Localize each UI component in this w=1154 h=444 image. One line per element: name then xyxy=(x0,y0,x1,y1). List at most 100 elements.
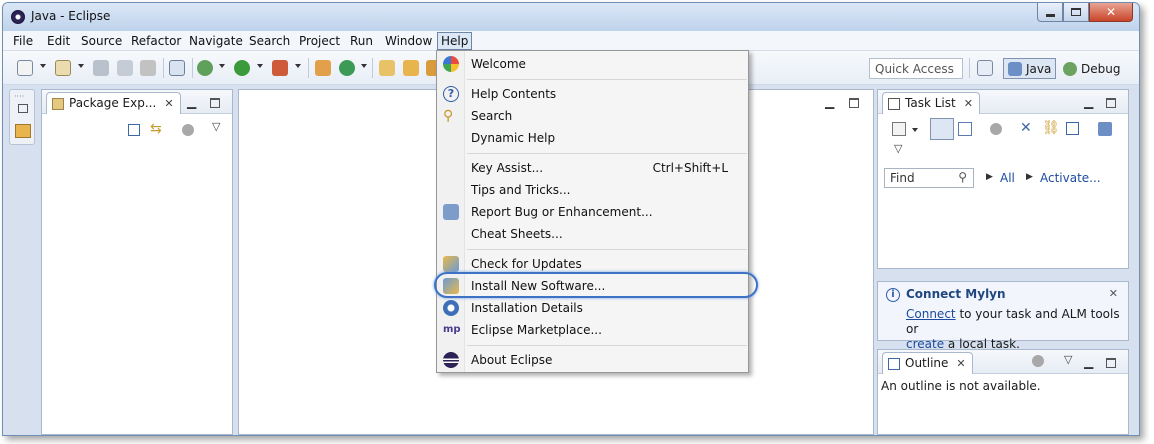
install-software-highlight xyxy=(434,272,758,298)
chevron-right-icon: ▶ xyxy=(986,172,993,182)
menu-item-search[interactable]: ⚲ Search xyxy=(437,105,748,127)
minimize-view-icon[interactable]: ▁ xyxy=(1084,355,1093,369)
open-task-icon[interactable] xyxy=(403,60,419,76)
menu-run[interactable]: Run xyxy=(350,34,373,48)
package-explorer-tab[interactable]: Package Exp... ✕ xyxy=(46,92,181,114)
save-icon[interactable] xyxy=(93,60,109,76)
hide-completed-icon[interactable]: ✕ xyxy=(1020,120,1032,136)
maximize-view-icon[interactable] xyxy=(210,98,220,108)
menu-item-label: Search xyxy=(471,109,513,123)
menu-help[interactable]: Help xyxy=(437,32,473,50)
git-repositories-icon[interactable] xyxy=(15,124,31,138)
menu-file[interactable]: File xyxy=(13,34,33,48)
new-task-arrow[interactable] xyxy=(912,128,918,132)
debug-perspective-button[interactable]: Debug xyxy=(1059,58,1124,79)
maximize-editor-icon[interactable] xyxy=(849,98,859,108)
menu-edit[interactable]: Edit xyxy=(47,34,70,48)
focus-on-task-icon[interactable] xyxy=(1032,355,1044,367)
categorized-icon[interactable] xyxy=(930,118,954,140)
outline-header: Outline ✕ ▽ ▁ xyxy=(878,350,1128,374)
menu-search[interactable]: Search xyxy=(249,34,290,48)
all-tasks-link[interactable]: All xyxy=(1000,171,1015,185)
quick-access-input[interactable]: Quick Access xyxy=(869,58,963,79)
java-perspective-label: Java xyxy=(1026,61,1052,76)
menu-item-eclipse-marketplace[interactable]: mp Eclipse Marketplace... xyxy=(437,319,748,341)
close-icon[interactable]: ✕ xyxy=(1109,287,1118,300)
view-menu-icon[interactable]: ▽ xyxy=(1064,353,1072,366)
skip-breakpoints-icon[interactable] xyxy=(169,60,185,76)
new-java-class-icon[interactable] xyxy=(339,60,355,76)
connect-link[interactable]: Connect xyxy=(906,307,956,321)
open-perspective-icon[interactable] xyxy=(977,60,993,76)
task-repositories-icon[interactable] xyxy=(1098,122,1112,136)
new-wizard-arrow[interactable] xyxy=(78,64,84,68)
debug-dropdown-arrow[interactable] xyxy=(219,64,225,68)
menu-item-label: Key Assist... xyxy=(471,161,544,175)
menu-refactor[interactable]: Refactor xyxy=(131,34,181,48)
close-icon[interactable]: ✕ xyxy=(164,97,173,110)
menu-project[interactable]: Project xyxy=(299,34,340,48)
scheduled-icon[interactable] xyxy=(958,122,972,136)
open-type-icon[interactable] xyxy=(379,60,395,76)
collapse-all-icon[interactable] xyxy=(1066,122,1079,135)
task-list-pane: Task List ✕ ▁ ✕ ⛓ ▽ Find ⚲ ▶ All ▶ Activa… xyxy=(877,89,1129,269)
menu-item-help-contents[interactable]: ? Help Contents xyxy=(437,83,748,105)
run-icon[interactable] xyxy=(234,60,250,76)
menu-separator xyxy=(467,79,747,80)
menu-item-about-eclipse[interactable]: About Eclipse xyxy=(437,349,748,371)
restore-icon[interactable] xyxy=(18,104,28,113)
java-perspective-button[interactable]: Java xyxy=(1003,58,1057,79)
close-button[interactable]: ✕ xyxy=(1089,3,1133,22)
maximize-button[interactable] xyxy=(1063,3,1089,22)
external-tools-arrow[interactable] xyxy=(295,64,301,68)
connect-mylyn-text: Connect to your task and ALM tools or cr… xyxy=(906,307,1126,352)
run-dropdown-arrow[interactable] xyxy=(257,64,263,68)
collapse-all-icon[interactable] xyxy=(128,124,140,136)
task-find-input[interactable]: Find ⚲ xyxy=(884,168,974,188)
menu-item-report-bug[interactable]: Report Bug or Enhancement... xyxy=(437,201,748,223)
activate-task-link[interactable]: Activate... xyxy=(1040,171,1101,185)
menu-source[interactable]: Source xyxy=(81,34,122,48)
focus-on-task-icon[interactable] xyxy=(182,124,194,136)
synchronize-icon[interactable]: ⛓ xyxy=(1042,120,1060,136)
new-java-class-arrow[interactable] xyxy=(361,64,367,68)
menu-item-key-assist[interactable]: Key Assist... Ctrl+Shift+L xyxy=(437,157,748,179)
package-explorer-header: Package Exp... ✕ ▁ xyxy=(42,90,232,114)
menu-item-welcome[interactable]: Welcome xyxy=(437,53,748,75)
minimize-view-icon[interactable]: ▁ xyxy=(187,95,196,109)
link-with-editor-icon[interactable]: ⇆ xyxy=(150,121,162,137)
print-icon[interactable] xyxy=(140,60,156,76)
view-menu-icon[interactable]: ▽ xyxy=(212,120,220,133)
menu-item-tips-and-tricks[interactable]: Tips and Tricks... xyxy=(437,179,748,201)
menu-window[interactable]: Window xyxy=(385,34,432,48)
close-icon[interactable]: ✕ xyxy=(956,357,965,370)
menu-item-installation-details[interactable]: Installation Details xyxy=(437,297,748,319)
menu-item-cheat-sheets[interactable]: Cheat Sheets... xyxy=(437,223,748,245)
external-tools-icon[interactable] xyxy=(272,60,288,76)
toolbar-separator xyxy=(308,58,309,78)
view-menu-icon[interactable]: ▽ xyxy=(894,142,902,155)
new-dropdown-arrow[interactable] xyxy=(40,64,46,68)
focus-on-workweek-icon[interactable] xyxy=(990,123,1002,135)
maximize-view-icon[interactable] xyxy=(1106,98,1116,108)
new-icon[interactable] xyxy=(17,60,33,76)
minimize-editor-icon[interactable]: ▁ xyxy=(825,95,834,109)
new-java-package-icon[interactable] xyxy=(315,60,331,76)
trim-grip-icon: ···· xyxy=(14,92,25,101)
menu-item-label: Tips and Tricks... xyxy=(471,183,571,197)
close-icon[interactable]: ✕ xyxy=(964,97,973,110)
menu-navigate[interactable]: Navigate xyxy=(189,34,243,48)
title-bar[interactable]: Java - Eclipse ✕ xyxy=(3,3,1139,31)
menu-item-dynamic-help[interactable]: Dynamic Help xyxy=(437,127,748,149)
save-all-icon[interactable] xyxy=(117,60,133,76)
menu-item-label: Help Contents xyxy=(471,87,557,101)
minimize-view-icon[interactable]: ▁ xyxy=(1084,95,1093,109)
minimize-button[interactable] xyxy=(1037,3,1063,22)
toolbar-separator xyxy=(163,58,164,78)
new-wizard-icon[interactable] xyxy=(55,60,71,76)
outline-tab[interactable]: Outline ✕ xyxy=(882,352,973,374)
new-task-icon[interactable] xyxy=(892,122,906,136)
task-list-tab[interactable]: Task List ✕ xyxy=(882,92,980,114)
maximize-view-icon[interactable] xyxy=(1106,358,1116,368)
debug-icon[interactable] xyxy=(197,60,213,76)
